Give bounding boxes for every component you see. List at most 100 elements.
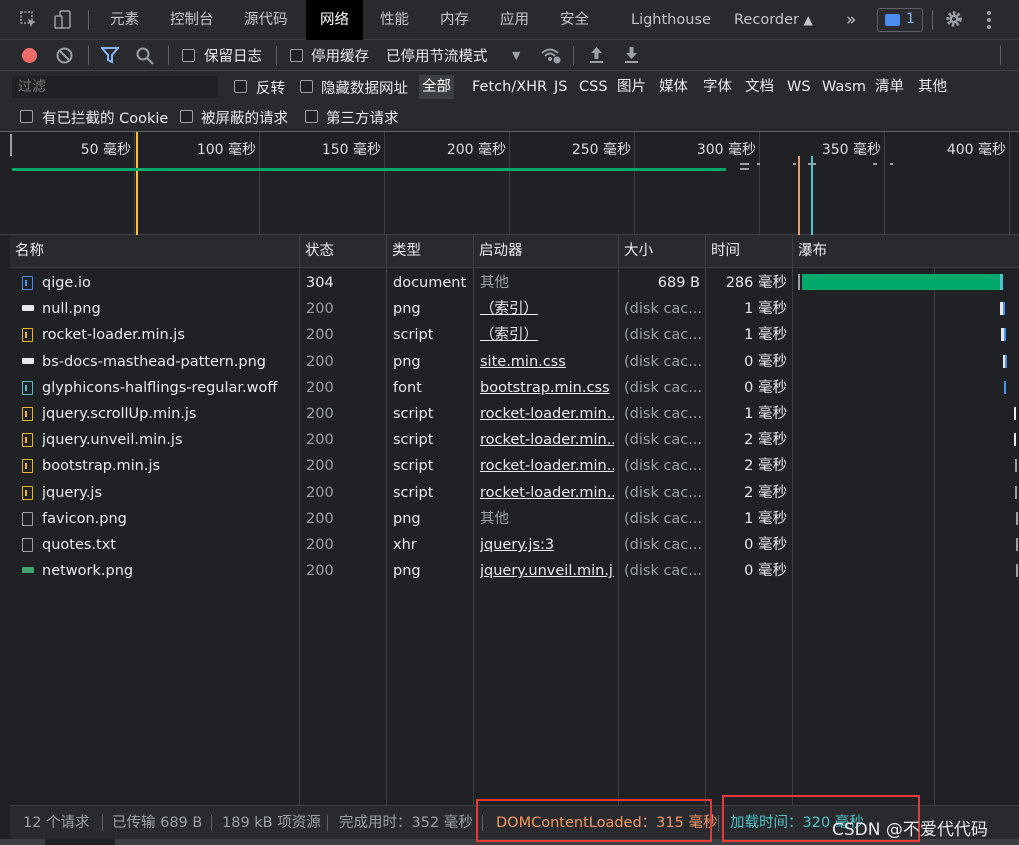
third-party-checkbox[interactable] bbox=[305, 110, 318, 123]
type-filter-ws[interactable]: WS bbox=[784, 75, 814, 99]
column-header-type[interactable]: 类型 bbox=[387, 235, 474, 268]
column-header-status[interactable]: 状态 bbox=[300, 235, 387, 268]
overview-gridline bbox=[1009, 132, 1010, 235]
tab-performance[interactable]: 性能 bbox=[380, 0, 409, 40]
initiator-cell[interactable]: jquery.js:3 bbox=[480, 532, 614, 558]
network-overview[interactable]: 50 毫秒 100 毫秒 150 毫秒 200 毫秒 250 毫秒 300 毫秒… bbox=[0, 132, 1019, 235]
tab-memory[interactable]: 内存 bbox=[440, 0, 469, 40]
type-filter-font[interactable]: 字体 bbox=[700, 75, 735, 99]
table-row[interactable]: null.png 200 png （索引） (disk cac... 1 毫秒 bbox=[10, 296, 1019, 322]
type-filter-manifest[interactable]: 清单 bbox=[872, 75, 907, 99]
highlight-box-dom-content-loaded bbox=[476, 799, 712, 842]
time-cell: 1 毫秒 bbox=[744, 406, 787, 422]
table-row[interactable]: glyphicons-halflings-regular.woff 200 font… bbox=[10, 375, 1019, 401]
message-icon bbox=[885, 14, 900, 26]
tab-network[interactable]: 网络 bbox=[306, 0, 363, 40]
type-cell: xhr bbox=[393, 537, 417, 553]
table-row[interactable]: bootstrap.min.js 200 script rocket-loader.m… bbox=[10, 453, 1019, 479]
column-header-initiator[interactable]: 启动器 bbox=[474, 235, 619, 268]
table-row[interactable]: jquery.unveil.min.js 200 script rocket-load… bbox=[10, 427, 1019, 453]
size-cell: (disk cac... bbox=[624, 406, 702, 422]
tab-sources[interactable]: 源代码 bbox=[244, 0, 288, 40]
table-row[interactable]: qige.io 304 document 其他 689 B 286 毫秒 bbox=[10, 270, 1019, 296]
invert-checkbox[interactable] bbox=[234, 80, 247, 93]
table-row[interactable]: bs-docs-masthead-pattern.png 200 png site.m… bbox=[10, 349, 1019, 375]
size-cell: (disk cac... bbox=[624, 327, 702, 344]
chevron-down-icon[interactable]: ▼ bbox=[512, 49, 520, 62]
script-icon bbox=[22, 485, 33, 500]
tab-recorder[interactable]: Recorder ▲ bbox=[734, 0, 813, 40]
type-cell: script bbox=[393, 406, 434, 422]
status-cell: 200 bbox=[306, 432, 334, 449]
search-icon[interactable] bbox=[136, 47, 154, 65]
initiator-cell[interactable]: rocket-loader.min... bbox=[480, 427, 614, 453]
type-filter-doc[interactable]: 文档 bbox=[742, 75, 777, 99]
initiator-cell[interactable]: rocket-loader.min... bbox=[480, 480, 614, 506]
clear-icon[interactable] bbox=[56, 47, 73, 64]
table-row[interactable]: jquery.scrollUp.min.js 200 script rocket-lo… bbox=[10, 401, 1019, 427]
throttle-select[interactable]: 已停用节流模式 bbox=[386, 45, 488, 66]
table-row[interactable]: rocket-loader.min.js 200 script （索引） (disk c… bbox=[10, 322, 1019, 348]
type-filter-fetch[interactable]: Fetch/XHR bbox=[469, 75, 550, 99]
issues-badge[interactable]: 1 bbox=[877, 8, 923, 32]
record-icon[interactable] bbox=[22, 48, 37, 63]
tab-lighthouse[interactable]: Lighthouse bbox=[631, 0, 711, 40]
divider bbox=[211, 815, 212, 831]
initiator-cell[interactable]: jquery.unveil.min.j... bbox=[480, 558, 614, 584]
hide-data-urls-checkbox[interactable] bbox=[300, 80, 313, 93]
type-filter-img[interactable]: 图片 bbox=[614, 75, 649, 99]
initiator-cell[interactable]: （索引） bbox=[480, 322, 614, 348]
filter-icon[interactable] bbox=[99, 47, 121, 64]
type-filter-css[interactable]: CSS bbox=[576, 75, 611, 99]
waterfall-bar bbox=[1016, 564, 1018, 578]
initiator-cell[interactable]: rocket-loader.min... bbox=[480, 401, 614, 427]
first-paint-marker bbox=[136, 132, 138, 235]
import-har-icon[interactable] bbox=[589, 46, 604, 64]
initiator-cell[interactable]: bootstrap.min.css bbox=[480, 375, 614, 401]
table-row[interactable]: network.png 200 png jquery.unveil.min.j... (… bbox=[10, 558, 1019, 584]
type-filter-media[interactable]: 媒体 bbox=[656, 75, 691, 99]
disable-cache-checkbox[interactable] bbox=[290, 49, 303, 62]
type-filter-js[interactable]: JS bbox=[551, 75, 570, 99]
scroll-thumb[interactable] bbox=[45, 839, 115, 845]
initiator-cell[interactable]: （索引） bbox=[480, 296, 614, 322]
overview-request-dash bbox=[740, 163, 749, 165]
tab-elements[interactable]: 元素 bbox=[110, 0, 139, 40]
initiator-cell[interactable]: rocket-loader.min... bbox=[480, 453, 614, 479]
type-filter-wasm[interactable]: Wasm bbox=[819, 75, 869, 99]
column-header-waterfall[interactable]: 瀑布 bbox=[793, 235, 1019, 268]
type-filter-all[interactable]: 全部 bbox=[419, 75, 454, 99]
export-har-icon[interactable] bbox=[624, 46, 639, 64]
table-row[interactable]: jquery.js 200 script rocket-loader.min... (d… bbox=[10, 480, 1019, 506]
table-row[interactable]: favicon.png 200 png 其他 (disk cac... 1 毫秒 bbox=[10, 506, 1019, 532]
time-cell: 0 毫秒 bbox=[744, 379, 787, 396]
tab-console[interactable]: 控制台 bbox=[170, 0, 214, 40]
blocked-requests-checkbox[interactable] bbox=[180, 110, 193, 123]
column-header-time[interactable]: 时间 bbox=[706, 235, 793, 268]
preserve-log-checkbox[interactable] bbox=[182, 49, 195, 62]
table-row[interactable]: quotes.txt 200 xhr jquery.js:3 (disk cac... 0… bbox=[10, 532, 1019, 558]
network-conditions-icon[interactable] bbox=[540, 46, 562, 65]
type-cell: script bbox=[393, 432, 434, 449]
request-name: glyphicons-halflings-regular.woff bbox=[42, 379, 278, 396]
inspect-element-icon[interactable] bbox=[20, 11, 38, 29]
blocked-cookies-checkbox[interactable] bbox=[20, 110, 33, 123]
tab-security[interactable]: 安全 bbox=[560, 0, 589, 40]
request-count: 12 个请求 bbox=[23, 815, 90, 831]
filter-input[interactable] bbox=[12, 76, 218, 98]
overview-request-dash bbox=[890, 163, 893, 165]
device-toolbar-icon[interactable] bbox=[54, 10, 74, 30]
initiator-cell[interactable]: site.min.css bbox=[480, 349, 614, 375]
type-filter-other[interactable]: 其他 bbox=[915, 75, 950, 99]
column-header-name[interactable]: 名称 bbox=[10, 235, 300, 268]
column-header-size[interactable]: 大小 bbox=[619, 235, 706, 268]
gear-icon[interactable] bbox=[944, 9, 964, 29]
type-cell: font bbox=[393, 379, 422, 396]
overview-left-handle[interactable] bbox=[10, 134, 12, 156]
flask-icon: ▲ bbox=[803, 13, 813, 27]
tab-application[interactable]: 应用 bbox=[500, 0, 529, 40]
image-icon bbox=[22, 357, 34, 364]
more-tabs-button[interactable]: » bbox=[846, 0, 856, 40]
status-cell: 200 bbox=[306, 353, 334, 370]
more-options-icon[interactable] bbox=[986, 10, 992, 30]
